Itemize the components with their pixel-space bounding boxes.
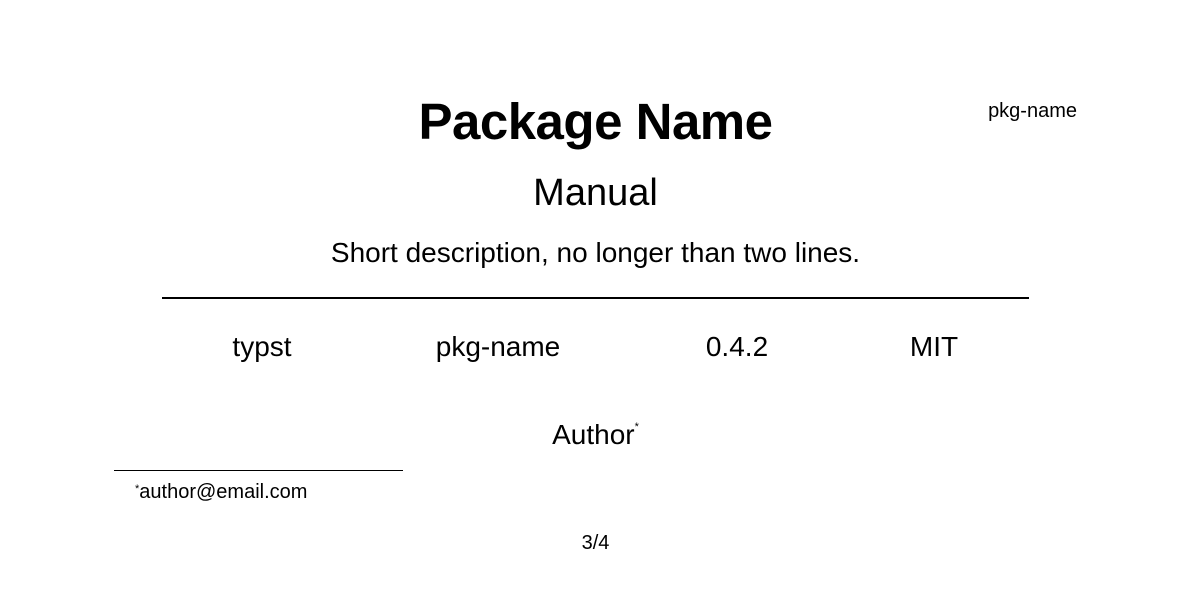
footnote-marker: *: [135, 483, 140, 495]
author-email: author@email.com: [139, 481, 308, 503]
meta-package: pkg-name: [435, 331, 561, 362]
author-line: Author*: [0, 419, 1191, 451]
document-description: Short description, no longer than two li…: [330, 237, 861, 268]
meta-license: MIT: [909, 331, 959, 362]
author-footnote-marker: *: [634, 421, 639, 433]
page-number: 3/4: [581, 532, 610, 554]
footnote-divider: [114, 470, 403, 471]
document-subtitle: Manual: [533, 172, 658, 214]
author-name: Author: [552, 419, 635, 450]
title-divider: [162, 297, 1029, 299]
footnote: *author@email.com: [135, 481, 307, 504]
meta-language: typst: [232, 331, 292, 362]
document-title: Package Name: [418, 93, 773, 150]
meta-version: 0.4.2: [705, 331, 769, 362]
